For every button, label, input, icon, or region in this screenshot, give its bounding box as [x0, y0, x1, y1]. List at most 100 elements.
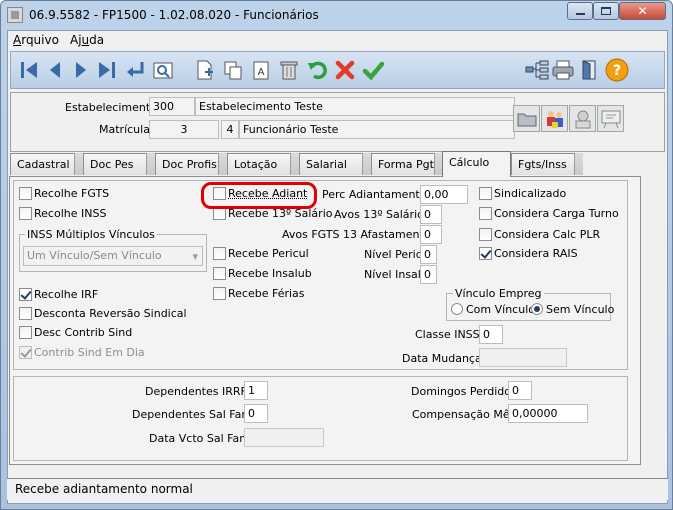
undo-button[interactable] [303, 55, 331, 85]
photo-button[interactable] [569, 105, 596, 132]
tab-doc-pes[interactable]: Doc Pes [83, 153, 155, 175]
confirm-button[interactable] [359, 55, 387, 85]
help-button[interactable]: ? [603, 55, 631, 85]
tab-fgts-inss-label: Fgts/Inss [518, 158, 567, 171]
dep-irrf-field[interactable]: 1 [244, 381, 268, 400]
recebe-ferias-checkbox[interactable] [213, 287, 226, 300]
contrib-sind-em-dia-checkbox[interactable] [19, 346, 32, 359]
sindicalizado-label: Sindicalizado [494, 187, 567, 200]
tab-fgts-inss[interactable]: Fgts/Inss [511, 153, 583, 175]
print-icon [552, 60, 574, 80]
tab-cadastral-label: Cadastral [17, 158, 70, 171]
next-record-button[interactable] [67, 55, 95, 85]
domingos-field[interactable]: 0 [508, 381, 532, 400]
tab-corner [146, 153, 155, 175]
sindicalizado-checkbox[interactable] [479, 187, 492, 200]
svg-text:A: A [258, 67, 265, 78]
nivel-peric-label: Nível Peric: [364, 248, 426, 261]
data-mudanca-label: Data Mudança: [402, 352, 486, 365]
compensacao-label: Compensação Mês: [412, 408, 520, 421]
copy-button[interactable] [219, 55, 247, 85]
considera-carga-checkbox[interactable] [479, 207, 492, 220]
classe-inss-field[interactable]: 0 [479, 325, 503, 344]
exit-button[interactable] [575, 55, 603, 85]
perc-adiant-label: Perc Adiantamento: [322, 188, 431, 201]
recolhe-inss-checkbox[interactable] [19, 207, 32, 220]
tab-lotacao[interactable]: Lotação [227, 153, 299, 175]
next-record-icon [76, 62, 86, 78]
svg-text:?: ? [613, 63, 621, 79]
exit-door-icon [582, 60, 596, 80]
search-button[interactable] [149, 55, 177, 85]
vinculo-empreg-label: Vínculo Empreg [453, 287, 544, 300]
goto-button[interactable] [121, 55, 149, 85]
matricula-field[interactable]: 3 [149, 120, 219, 139]
estabelecimento-code-field[interactable]: 300 [149, 97, 195, 116]
desconta-reversao-checkbox[interactable] [19, 307, 32, 320]
cancel-button[interactable] [331, 55, 359, 85]
dep-salfam-field[interactable]: 0 [244, 404, 268, 423]
considera-rais-label: Considera RAIS [494, 247, 578, 260]
last-record-button[interactable] [93, 55, 121, 85]
status-bar: Recebe adiantamento normal [7, 478, 668, 500]
maximize-button[interactable] [593, 2, 619, 20]
certificate-button[interactable] [597, 105, 624, 132]
sem-vinculo-radio[interactable] [531, 303, 543, 315]
tab-calculo[interactable]: Cálculo [442, 151, 511, 177]
last-record-icon [99, 62, 115, 78]
classe-inss-label: Classe INSS: [415, 328, 484, 341]
menu-arquivo[interactable]: Arquivo [13, 33, 59, 47]
data-mudanca-field[interactable] [479, 348, 567, 367]
prev-record-button[interactable] [41, 55, 69, 85]
tree-button[interactable] [523, 55, 551, 85]
nivel-peric-field[interactable]: 0 [420, 245, 437, 264]
perc-adiant-field[interactable]: 0,00 [420, 185, 468, 204]
title-bar[interactable]: 06.9.5582 - FP1500 - 1.02.08.020 - Funci… [1, 1, 672, 29]
tab-forma-pgto[interactable]: Forma Pgto [371, 153, 443, 175]
recolhe-irf-checkbox[interactable] [19, 288, 32, 301]
chevron-down-icon: ▾ [192, 250, 198, 263]
minimize-button[interactable] [567, 2, 593, 20]
first-record-button[interactable] [15, 55, 43, 85]
com-vinculo-label: Com Vínculo [466, 303, 535, 316]
menu-ajuda[interactable]: Ajuda [70, 33, 104, 47]
avos-fgts-field[interactable]: 0 [420, 225, 442, 244]
tab-cadastral[interactable]: Cadastral [10, 153, 83, 175]
recebe-insalub-label: Recebe Insalub [228, 267, 312, 280]
data-vcto-label: Data Vcto Sal Fam: [149, 432, 254, 445]
avos-fgts-label: Avos FGTS 13 Afastamento: [282, 228, 435, 241]
photo-icon [575, 110, 590, 128]
inss-multiplos-label: INSS Múltiplos Vínculos [25, 228, 157, 241]
tab-doc-profis[interactable]: Doc Profis [155, 153, 227, 175]
inss-multiplos-select[interactable]: Um Vínculo/Sem Vínculo ▾ [23, 246, 203, 266]
print-button[interactable] [549, 55, 577, 85]
recolhe-irf-label: Recolhe IRF [34, 288, 99, 301]
undo-icon [308, 61, 327, 80]
help-icon: ? [605, 58, 629, 82]
compensacao-field[interactable]: 0,00000 [508, 404, 588, 423]
new-button[interactable] [191, 55, 219, 85]
desc-contrib-sind-label: Desc Contrib Sind [34, 326, 133, 339]
nivel-insal-field[interactable]: 0 [420, 265, 437, 284]
folder-button[interactable] [513, 105, 540, 132]
considera-plr-checkbox[interactable] [479, 228, 492, 241]
considera-carga-label: Considera Carga Turno [494, 207, 619, 220]
matricula-label: Matrícula: [99, 123, 154, 136]
contrib-sind-em-dia-label: Contrib Sind Em Dia [34, 346, 145, 359]
people-button[interactable] [541, 105, 568, 132]
edit-button[interactable]: A [247, 55, 275, 85]
close-button[interactable]: ✕ [619, 2, 666, 20]
considera-rais-checkbox[interactable] [479, 247, 492, 260]
tab-salarial[interactable]: Salarial [299, 153, 371, 175]
toolbar: A ? [10, 51, 665, 89]
recebe-insalub-checkbox[interactable] [213, 267, 226, 280]
desconta-reversao-label: Desconta Reversão Sindical [34, 307, 187, 320]
data-vcto-field[interactable] [244, 428, 324, 447]
avos13-field[interactable]: 0 [420, 205, 442, 224]
recolhe-fgts-checkbox[interactable] [19, 187, 32, 200]
delete-record-button[interactable] [275, 55, 303, 85]
com-vinculo-radio[interactable] [451, 303, 463, 315]
status-text: Recebe adiantamento normal [15, 482, 193, 496]
desc-contrib-sind-checkbox[interactable] [19, 326, 32, 339]
recebe-pericul-checkbox[interactable] [213, 247, 226, 260]
